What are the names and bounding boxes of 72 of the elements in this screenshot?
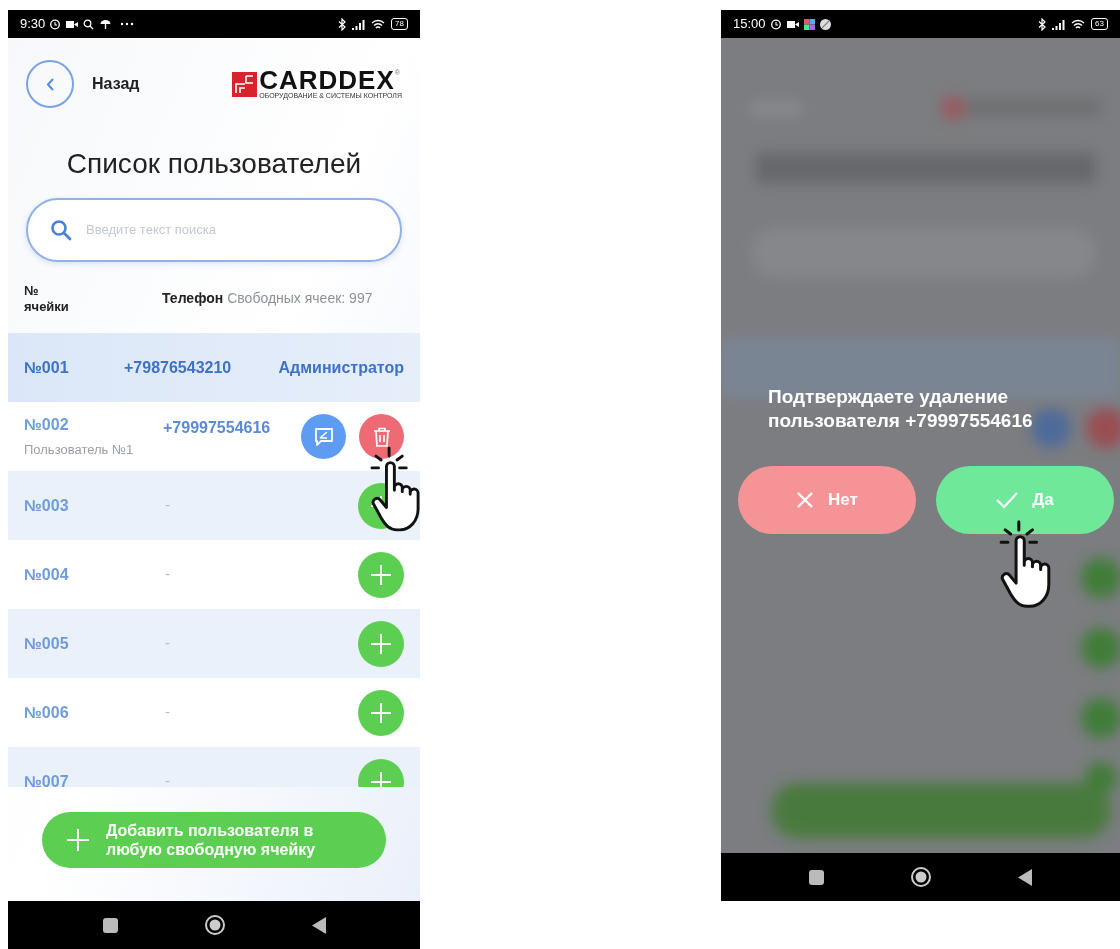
- user-row[interactable]: №007 -: [8, 747, 420, 787]
- app-icon: [803, 18, 815, 30]
- status-time: 9:30: [20, 15, 46, 34]
- phone-number: -: [165, 702, 170, 723]
- signal-icon: [1052, 18, 1066, 30]
- signal-icon: [352, 18, 366, 30]
- cell-number: №001: [24, 357, 70, 378]
- logo-name: CARDDEX: [259, 68, 395, 92]
- battery-level: 63: [1091, 18, 1108, 30]
- more-icon: [120, 22, 135, 26]
- search-field[interactable]: Введите текст поиска: [26, 198, 402, 262]
- phone-number: -: [165, 564, 170, 585]
- page-title: Список пользователей: [65, 147, 363, 181]
- phone-number: -: [165, 633, 170, 654]
- delete-button[interactable]: [359, 414, 404, 459]
- phone-number: -: [165, 771, 170, 787]
- column-header: Телефон: [162, 289, 224, 308]
- status-time: 15:00: [733, 15, 766, 34]
- plus-icon: [370, 632, 392, 655]
- search-input[interactable]: Введите текст поиска: [86, 220, 378, 240]
- confirm-message: Подтверждаете удаление пользователя +79997554616: [768, 385, 1034, 433]
- user-row[interactable]: №004 -: [8, 540, 420, 609]
- alarm-icon: [769, 18, 782, 30]
- user-role: Администратор: [278, 357, 404, 378]
- battery-level: 78: [391, 18, 408, 30]
- chevron-left-icon: [46, 77, 54, 91]
- no-button[interactable]: Нет: [738, 466, 916, 534]
- bluetooth-icon: [338, 17, 347, 31]
- yes-button[interactable]: Да: [936, 466, 1114, 534]
- search-icon: [83, 18, 95, 30]
- trash-icon: [372, 426, 391, 447]
- search-icon: [50, 219, 72, 241]
- recents-button[interactable]: [102, 917, 118, 933]
- cell-number: №006: [24, 702, 70, 723]
- user-row[interactable]: №002 Пользователь №1 +79997554616: [8, 402, 420, 471]
- edit-button[interactable]: [301, 414, 346, 459]
- wifi-icon: [371, 18, 386, 30]
- cell-number: №002: [24, 415, 70, 436]
- back-button[interactable]: [311, 916, 326, 934]
- free-cells-count: Свободных ячеек: 997: [227, 289, 373, 308]
- home-button[interactable]: [910, 866, 932, 888]
- video-icon: [66, 19, 79, 29]
- back-label[interactable]: Назад: [92, 72, 140, 96]
- alarm-icon: [49, 18, 62, 30]
- recents-button[interactable]: [809, 869, 824, 885]
- edit-message-icon: [313, 426, 334, 447]
- column-header: № ячейки: [24, 282, 70, 315]
- phone-number: -: [165, 495, 170, 516]
- user-row[interactable]: №001 +79876543210 Администратор: [8, 333, 420, 402]
- cell-number: №005: [24, 633, 70, 654]
- phone-number: +79876543210: [124, 357, 232, 378]
- close-icon: [796, 491, 815, 509]
- bluetooth-icon: [1038, 17, 1047, 31]
- umbrella-icon: [100, 18, 112, 30]
- wifi-icon: [1071, 18, 1086, 30]
- home-button[interactable]: [203, 914, 226, 936]
- cell-number: №007: [24, 771, 70, 787]
- video-icon: [786, 19, 799, 29]
- back-button[interactable]: [1018, 868, 1032, 886]
- cell-number: №003: [24, 495, 70, 516]
- cell-number: №004: [24, 564, 70, 585]
- add-user-button[interactable]: Добавить пользователя в любую свободную ячейку: [42, 812, 386, 868]
- logo-icon: [232, 71, 258, 97]
- circle-slash-icon: [819, 18, 831, 30]
- user-name: Пользователь №1: [24, 441, 135, 460]
- check-icon: [996, 492, 1019, 508]
- plus-icon: [370, 701, 392, 724]
- plus-icon: [66, 828, 90, 852]
- plus-icon: [370, 563, 392, 586]
- user-row[interactable]: №005 -: [8, 609, 420, 678]
- phone-number: +79997554616: [163, 418, 271, 438]
- plus-icon: [370, 770, 392, 787]
